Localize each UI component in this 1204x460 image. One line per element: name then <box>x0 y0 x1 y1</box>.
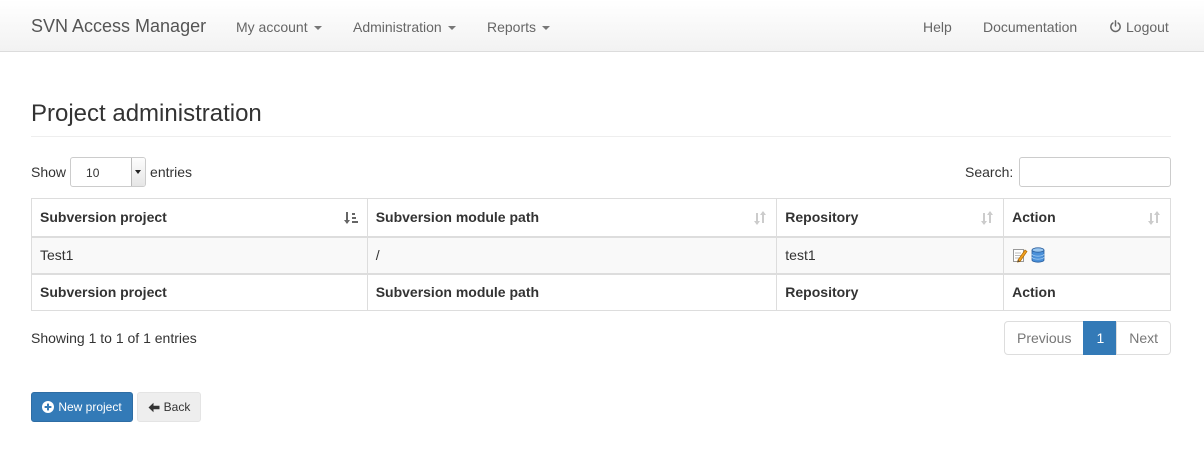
menu-administration-label: Administration <box>353 19 442 35</box>
arrow-left-icon <box>148 402 160 412</box>
plus-circle-icon <box>42 401 55 413</box>
navbar: SVN Access Manager My account Administra… <box>0 0 1204 52</box>
documentation-link[interactable]: Documentation <box>983 19 1077 35</box>
select-arrow-icon[interactable] <box>131 158 146 186</box>
menu-my-account[interactable]: My account <box>236 19 322 35</box>
entries-select-value: 10 <box>86 166 100 180</box>
table-header-row: Subversion project Subversion module pat… <box>31 198 1171 238</box>
menu-my-account-label: My account <box>236 19 308 35</box>
footer-subversion-module-path: Subversion module path <box>366 272 778 311</box>
caret-down-icon <box>542 26 551 31</box>
previous-button[interactable]: Previous <box>1004 321 1085 355</box>
cell-path: / <box>366 236 778 274</box>
header-label: Repository <box>785 209 859 226</box>
logout-label: Logout <box>1126 19 1169 35</box>
footer-subversion-project: Subversion project <box>31 272 368 311</box>
sort-both-icon <box>754 211 767 225</box>
table-info: Showing 1 to 1 of 1 entries <box>31 330 197 346</box>
sort-ascending-icon <box>343 212 358 224</box>
next-button[interactable]: Next <box>1116 321 1172 355</box>
header-action[interactable]: Action <box>1003 198 1171 238</box>
header-label: Subversion project <box>40 209 167 226</box>
help-link[interactable]: Help <box>923 19 952 35</box>
page-title: Project administration <box>31 100 262 127</box>
table-footer-row: Subversion project Subversion module pat… <box>31 272 1171 311</box>
new-project-label: New project <box>58 400 122 414</box>
length-control: Show 10 entries <box>31 157 192 187</box>
caret-down-icon <box>447 26 456 31</box>
footer-repository: Repository <box>776 272 1005 311</box>
header-repository[interactable]: Repository <box>776 198 1005 238</box>
search-label: Search: <box>965 164 1014 180</box>
logout-link[interactable]: Logout <box>1109 19 1169 35</box>
sort-both-icon <box>1148 211 1160 225</box>
header-subversion-module-path[interactable]: Subversion module path <box>366 198 778 238</box>
show-label: Show <box>31 164 67 180</box>
table-row: Test1 / test1 <box>31 236 1171 274</box>
new-project-button[interactable]: New project <box>31 392 133 422</box>
menu-reports-label: Reports <box>487 19 537 35</box>
caret-down-icon <box>313 26 322 31</box>
database-icon[interactable] <box>1031 247 1045 263</box>
brand[interactable]: SVN Access Manager <box>31 16 206 37</box>
edit-icon[interactable] <box>1012 247 1028 263</box>
entries-select[interactable]: 10 <box>70 157 147 187</box>
header-subversion-project[interactable]: Subversion project <box>31 198 368 238</box>
menu-administration[interactable]: Administration <box>353 19 456 35</box>
cell-actions <box>1003 236 1171 274</box>
back-label: Back <box>163 400 191 414</box>
header-label: Action <box>1012 209 1056 226</box>
page-1-button[interactable]: 1 <box>1083 321 1118 355</box>
footer-action: Action <box>1003 272 1171 311</box>
search-input[interactable] <box>1019 157 1171 187</box>
cell-repository: test1 <box>776 236 1005 274</box>
header-label: Subversion module path <box>375 209 540 226</box>
entries-label: entries <box>150 164 193 180</box>
pagination: Previous 1 Next <box>1004 321 1172 355</box>
sort-both-icon <box>981 211 994 225</box>
power-icon <box>1110 20 1121 33</box>
back-button[interactable]: Back <box>137 392 201 422</box>
title-divider <box>31 136 1171 137</box>
menu-reports[interactable]: Reports <box>487 19 551 35</box>
cell-project: Test1 <box>31 236 368 274</box>
projects-table: Subversion project Subversion module pat… <box>31 198 1171 311</box>
